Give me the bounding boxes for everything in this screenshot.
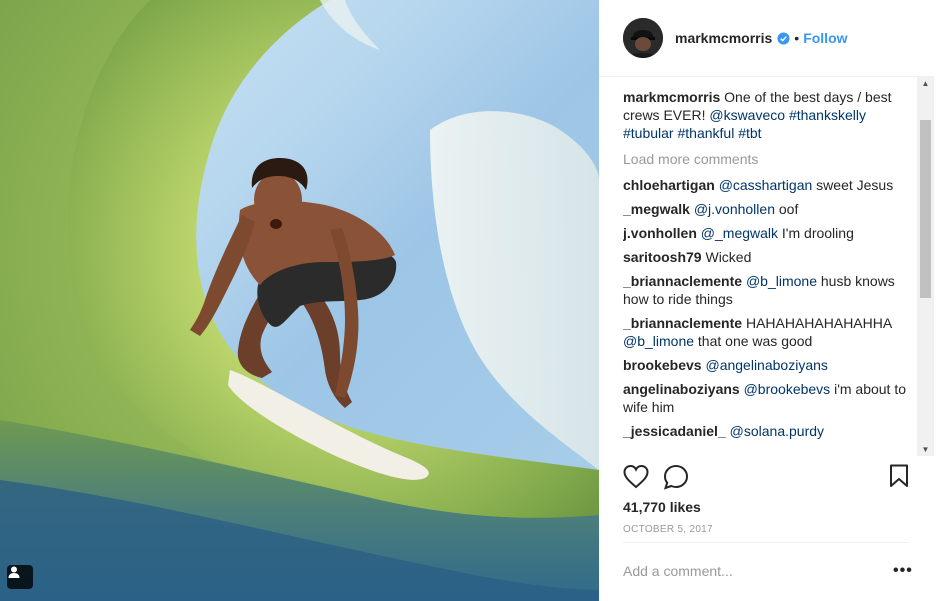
username-link[interactable]: markmcmorris bbox=[675, 30, 772, 46]
follow-button[interactable]: Follow bbox=[803, 30, 847, 46]
caption-mention[interactable]: @kswaveco bbox=[709, 107, 785, 123]
post-header: markmcmorris • Follow bbox=[599, 0, 919, 77]
comment-username[interactable]: _jessicadaniel_ bbox=[623, 423, 726, 439]
post-date: OCTOBER 5, 2017 bbox=[623, 524, 713, 535]
comment-username[interactable]: j.vonhollen bbox=[623, 225, 697, 241]
avatar-image bbox=[623, 18, 663, 58]
tagged-users-button[interactable] bbox=[7, 565, 33, 589]
caption-hashtag[interactable]: #tbt bbox=[738, 125, 761, 141]
scroll-thumb[interactable] bbox=[920, 120, 931, 298]
comment-username[interactable]: _briannaclemente bbox=[623, 315, 742, 331]
comment-text: HAHAHAHAHAHAHHA bbox=[742, 315, 892, 331]
comments-list[interactable]: markmcmorris One of the best days / best… bbox=[623, 88, 919, 456]
comment-mention[interactable]: @_megwalk bbox=[701, 225, 778, 241]
comment-item: chloehartigan @casshartigan sweet Jesus bbox=[623, 176, 919, 194]
comment-username[interactable]: chloehartigan bbox=[623, 177, 715, 193]
comment-mention[interactable]: @angelinaboziyans bbox=[705, 357, 827, 373]
comments-scrollbar[interactable]: ▲ ▼ bbox=[917, 76, 934, 456]
comment-mention[interactable]: @b_limone bbox=[623, 333, 694, 349]
comment-text: that one was good bbox=[694, 333, 813, 349]
header-user-line: markmcmorris • Follow bbox=[675, 30, 848, 46]
comment-bubble-icon[interactable] bbox=[663, 464, 689, 490]
comment-username[interactable]: _megwalk bbox=[623, 201, 690, 217]
avatar[interactable] bbox=[623, 18, 663, 58]
caption-hashtag[interactable]: #thankful bbox=[677, 125, 734, 141]
person-tag-icon bbox=[8, 566, 20, 578]
comment-item: _briannaclemente HAHAHAHAHAHAHHA @b_limo… bbox=[623, 314, 919, 350]
likes-count[interactable]: 41,770 likes bbox=[623, 499, 701, 515]
surf-photo-illustration bbox=[0, 0, 599, 601]
comment-item: _briannaclemente @b_limone husb knows ho… bbox=[623, 272, 919, 308]
comment-mention[interactable]: @j.vonhollen bbox=[694, 201, 775, 217]
comment-text: Wicked bbox=[701, 249, 752, 265]
caption-hashtag[interactable]: #thankskelly bbox=[789, 107, 866, 123]
post-photo[interactable] bbox=[0, 0, 599, 601]
separator-dot: • bbox=[794, 30, 800, 46]
comment-text: oof bbox=[774, 201, 799, 217]
comment-username[interactable]: brookebevs bbox=[623, 357, 702, 373]
bookmark-icon[interactable] bbox=[889, 464, 909, 488]
comment-mention[interactable]: @brookebevs bbox=[744, 381, 831, 397]
comment-item: _jessicadaniel_ @solana.purdy bbox=[623, 422, 919, 440]
comment-username[interactable]: _briannaclemente bbox=[623, 273, 742, 289]
comment-item: angelinaboziyans @brookebevs i'm about t… bbox=[623, 380, 919, 416]
add-comment-input[interactable] bbox=[623, 561, 873, 581]
comment-text: I'm drooling bbox=[778, 225, 854, 241]
comment-text: sweet Jesus bbox=[812, 177, 894, 193]
more-options-button[interactable]: ••• bbox=[893, 562, 913, 580]
comment-item: _megwalk @j.vonhollen oof bbox=[623, 200, 919, 218]
verified-badge-icon bbox=[777, 31, 790, 45]
comment-item: brookebevs @angelinaboziyans bbox=[623, 356, 919, 374]
caption-username[interactable]: markmcmorris bbox=[623, 89, 720, 105]
action-bar bbox=[623, 464, 919, 492]
comment-item: j.vonhollen @_megwalk I'm drooling bbox=[623, 224, 919, 242]
comment-mention[interactable]: @solana.purdy bbox=[730, 423, 824, 439]
divider bbox=[623, 542, 909, 543]
comment-item: saritoosh79 Wicked bbox=[623, 248, 919, 266]
caption-hashtag[interactable]: #tubular bbox=[623, 125, 674, 141]
comment-username[interactable]: angelinaboziyans bbox=[623, 381, 740, 397]
heart-icon[interactable] bbox=[623, 464, 649, 490]
comment-mention[interactable]: @casshartigan bbox=[719, 177, 813, 193]
load-more-comments-button[interactable]: Load more comments bbox=[623, 150, 919, 168]
comment-username[interactable]: saritoosh79 bbox=[623, 249, 702, 265]
scroll-up-arrow-icon[interactable]: ▲ bbox=[917, 76, 934, 90]
scroll-down-arrow-icon[interactable]: ▼ bbox=[917, 442, 934, 456]
post-side-panel: markmcmorris • Follow markmcmorris One o… bbox=[599, 0, 937, 601]
comment-mention[interactable]: @b_limone bbox=[746, 273, 817, 289]
post-caption: markmcmorris One of the best days / best… bbox=[623, 88, 919, 142]
